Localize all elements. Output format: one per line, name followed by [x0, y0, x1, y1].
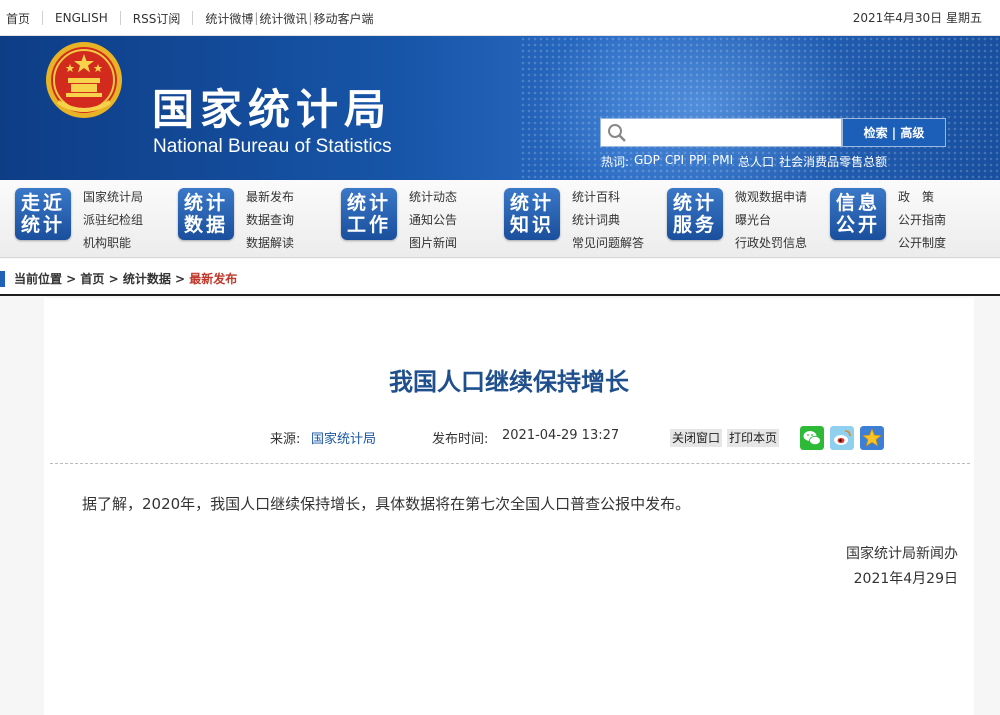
nav-links: 国家统计局 派驻纪检组 机构职能 [83, 186, 143, 255]
nav-link[interactable]: 行政处罚信息 [735, 232, 807, 255]
signature-org: 国家统计局新闻办 [846, 546, 958, 562]
search-button[interactable]: 检索 | 高级 [842, 118, 946, 147]
nav-link[interactable]: 公开制度 [898, 232, 946, 255]
nav-badge-data[interactable]: 统计 数据 [178, 188, 234, 240]
nav-link[interactable]: 统计百科 [572, 186, 644, 209]
divider [192, 11, 194, 25]
site-title-cn: 国家统计局 [152, 85, 393, 134]
nav-link[interactable]: 统计词典 [572, 209, 644, 232]
breadcrumb-separator: > [170, 272, 190, 286]
breadcrumb-stats-data[interactable]: 统计数据 [123, 272, 171, 286]
divider [42, 11, 44, 25]
weixun-link[interactable]: 统计微讯 [259, 10, 307, 27]
site-title-en: National Bureau of Statistics [153, 136, 392, 157]
divider-dashed [50, 463, 970, 464]
breadcrumb-marker [0, 271, 5, 287]
breadcrumb-separator: > [104, 272, 123, 286]
nav-link[interactable]: 统计动态 [409, 186, 457, 209]
nav-link[interactable]: 公开指南 [898, 209, 946, 232]
nav-link[interactable]: 派驻纪检组 [83, 209, 143, 232]
nav-link[interactable]: 数据查询 [246, 209, 294, 232]
nav-links: 最新发布 数据查询 数据解读 [246, 186, 294, 255]
hot-word[interactable]: 总人口 [738, 153, 774, 170]
nav-badge-about[interactable]: 走近 统计 [15, 188, 71, 240]
nav-links: 微观数据申请 曝光台 行政处罚信息 [735, 186, 807, 255]
nav-links: 政 策 公开指南 公开制度 [898, 186, 946, 255]
wechat-icon[interactable] [800, 426, 824, 450]
print-button[interactable]: 打印本页 [727, 429, 780, 447]
nav-badge-disclosure[interactable]: 信息 公开 [830, 188, 886, 240]
breadcrumb-text: 当前位置 > 首页 > 统计数据 > 最新发布 [14, 259, 237, 299]
article-meta: 来源: 国家统计局 发布时间: 2021-04-29 13:27 关闭窗口 打印… [44, 426, 974, 450]
rss-link[interactable]: RSS订阅 [133, 10, 181, 27]
hot-word[interactable]: 社会消费品零售总额 [779, 153, 887, 170]
hot-word[interactable]: PPI [689, 153, 707, 170]
publish-time-label: 发布时间: [432, 432, 489, 447]
publish-time: 2021-04-29 13:27 [502, 428, 620, 443]
weibo-icon[interactable] [830, 426, 854, 450]
breadcrumb-home[interactable]: 首页 [80, 272, 104, 286]
nav-link[interactable]: 机构职能 [83, 232, 143, 255]
search-box [600, 118, 842, 147]
main-nav: 走近 统计 国家统计局 派驻纪检组 机构职能 统计 数据 最新发布 数据查询 数据解… [0, 180, 1000, 258]
hot-word[interactable]: GDP [634, 153, 660, 170]
search-icon [608, 124, 626, 142]
nav-link[interactable]: 曝光台 [735, 209, 807, 232]
top-bar: 首页 ENGLISH RSS订阅 统计微博 | 统计微讯 | 移动客户端 202… [0, 0, 1000, 36]
nav-link[interactable]: 最新发布 [246, 186, 294, 209]
nav-link[interactable]: 国家统计局 [83, 186, 143, 209]
article-body: 据了解，2020年，我国人口继续保持增长，具体数据将在第七次全国人口普查公报中发… [82, 495, 691, 513]
hot-word[interactable]: CPI [665, 153, 684, 170]
nav-badge-knowledge[interactable]: 统计 知识 [504, 188, 560, 240]
article-title: 我国人口继续保持增长 [389, 368, 629, 396]
nav-link[interactable]: 数据解读 [246, 232, 294, 255]
breadcrumb-label: 当前位置 > [14, 272, 81, 286]
nav-links: 统计动态 通知公告 图片新闻 [409, 186, 457, 255]
search-input[interactable] [631, 122, 836, 144]
source-label: 来源: [270, 432, 301, 447]
breadcrumb-current: 最新发布 [189, 272, 238, 286]
nav-link[interactable]: 政 策 [898, 186, 946, 209]
close-window-button[interactable]: 关闭窗口 [670, 429, 723, 447]
source-link[interactable]: 国家统计局 [311, 428, 376, 447]
article-panel: 我国人口继续保持增长 来源: 国家统计局 发布时间: 2021-04-29 13… [44, 298, 974, 715]
qzone-star-icon[interactable] [860, 426, 884, 450]
national-emblem-icon [46, 42, 122, 118]
mobile-client-link[interactable]: 移动客户端 [313, 10, 373, 27]
hot-words: 热词: GDP CPI PPI PMI 总人口 社会消费品零售总额 [601, 153, 887, 170]
article-signature: 国家统计局新闻办 2021年4月29日 [846, 542, 958, 592]
nav-link[interactable]: 常见问题解答 [572, 232, 644, 255]
nav-link[interactable]: 微观数据申请 [735, 186, 807, 209]
nav-badge-service[interactable]: 统计 服务 [667, 188, 723, 240]
nav-badge-work[interactable]: 统计 工作 [341, 188, 397, 240]
nav-links: 统计百科 统计词典 常见问题解答 [572, 186, 644, 255]
breadcrumb: 当前位置 > 首页 > 统计数据 > 最新发布 [0, 259, 1000, 296]
english-link[interactable]: ENGLISH [55, 11, 108, 25]
hot-words-label: 热词: [601, 155, 630, 169]
current-date: 2021年4月30日 星期五 [852, 11, 982, 25]
hot-word[interactable]: PMI [712, 153, 733, 170]
nav-link[interactable]: 通知公告 [409, 209, 457, 232]
signature-date: 2021年4月29日 [853, 571, 958, 587]
divider [119, 11, 121, 25]
top-links: 首页 ENGLISH RSS订阅 统计微博 | 统计微讯 | 移动客户端 [6, 10, 374, 27]
home-link[interactable]: 首页 [6, 10, 30, 27]
nav-link[interactable]: 图片新闻 [409, 232, 457, 255]
weibo-link[interactable]: 统计微博 [205, 10, 253, 27]
